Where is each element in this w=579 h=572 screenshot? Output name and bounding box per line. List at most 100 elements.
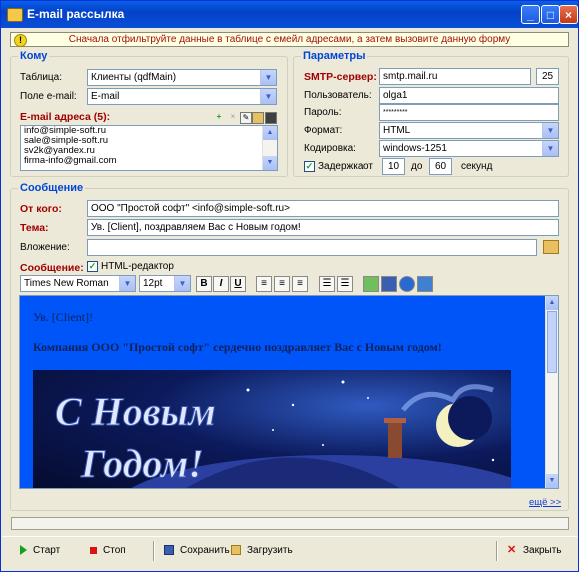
font-size-value: 12pt [143,278,163,289]
delay-unit-label: секунд [461,161,493,172]
body-label: Сообщение: [20,262,84,274]
bold-button[interactable]: B [196,276,212,292]
username-input[interactable]: olga1 [379,87,559,104]
close-window-button[interactable]: × [559,5,578,24]
delay-from-input[interactable]: 10 [382,158,405,175]
font-size-select[interactable]: 12pt ▼ [139,275,191,292]
chevron-down-icon[interactable]: ▼ [260,70,276,85]
addresses-label: E-mail адреса (5): [20,111,111,123]
play-icon [20,545,27,556]
smtp-server-input[interactable]: smtp.mail.ru [379,68,531,85]
insert-image-icon[interactable] [363,276,379,292]
progress-bar [11,517,569,530]
align-right-icon[interactable]: ≡ [292,276,308,292]
table-select[interactable]: Клиенты (qdfMain) ▼ [87,69,277,86]
start-button[interactable]: Старт [20,541,60,561]
toolbar-separator [153,541,155,561]
delay-label: Задержка [318,161,364,172]
card-text-line1: С Новым [55,389,216,434]
close-button[interactable]: ✕ Закрыть [507,541,562,561]
add-address-icon[interactable]: + [213,112,225,124]
delete-address-icon[interactable]: × [227,112,239,124]
subject-label: Тема: [20,222,49,234]
encoding-label: Кодировка: [304,143,356,154]
list-item[interactable]: firma-info@gmail.com [21,156,277,166]
chevron-down-icon[interactable]: ▼ [174,276,190,291]
floppy-icon [164,545,174,556]
align-center-icon[interactable]: ≡ [274,276,290,292]
save-list-icon[interactable] [265,112,277,124]
underline-button[interactable]: U [230,276,246,292]
open-folder-icon [231,545,241,556]
italic-button[interactable]: I [213,276,229,292]
chevron-down-icon[interactable]: ▼ [260,89,276,104]
subject-input[interactable]: Ув. [Client], поздравляем Вас с Новым го… [87,219,559,236]
font-family-select[interactable]: Times New Roman ▼ [20,275,136,292]
edit-address-icon[interactable]: ✎ [240,112,252,124]
address-list-scrollbar[interactable]: ▲ ▼ [262,126,277,170]
table-label: Таблица: [20,72,62,83]
email-field-select-value: E-mail [91,91,120,102]
body-congratulation[interactable]: Компания ООО "Простой софт" сердечно поз… [33,340,442,355]
bullet-list-icon[interactable]: ☰ [319,276,335,292]
format-label: Формат: [304,125,343,136]
delay-checkbox[interactable]: ✓ [304,161,315,172]
encoding-select[interactable]: windows-1251 ▼ [379,140,559,157]
chevron-down-icon[interactable]: ▼ [542,141,558,156]
maximize-button[interactable]: □ [541,5,560,24]
attachment-input[interactable] [87,239,537,256]
format-select[interactable]: HTML ▼ [379,122,559,139]
password-label: Пароль: [304,107,342,118]
delay-from-label: от [363,161,373,172]
minimize-button[interactable]: _ [521,5,540,24]
delay-to-label: до [411,161,423,172]
smtp-label: SMTP-сервер: [304,71,377,83]
open-folder-icon[interactable] [543,240,559,254]
email-field-label: Поле e-mail: [20,91,77,102]
user-label: Пользователь: [304,90,372,101]
chevron-down-icon[interactable]: ▼ [119,276,135,291]
scroll-down-icon[interactable]: ▼ [263,156,277,170]
greeting-card-art: С Новым Годом! [55,380,511,488]
email-field-select[interactable]: E-mail ▼ [87,88,277,105]
greeting-card-image[interactable]: С Новым Годом! [33,370,511,488]
load-button-label: Загрузить [247,545,293,556]
insert-table-icon[interactable] [381,276,397,292]
scroll-up-icon[interactable]: ▲ [263,126,277,140]
stop-button-label: Стоп [103,545,126,556]
title-bar[interactable]: E-mail рассылка _ □ × [1,1,578,28]
html-source-icon[interactable] [417,276,433,292]
message-body-editor[interactable]: Ув. [Client]! Компания ООО "Простой софт… [19,295,559,489]
numbered-list-icon[interactable]: ☰ [337,276,353,292]
save-button[interactable]: Сохранить [164,541,230,561]
more-link[interactable]: ещё >> [529,497,561,508]
delay-to-input[interactable]: 60 [429,158,452,175]
scroll-down-icon[interactable]: ▼ [546,474,558,488]
chevron-down-icon[interactable]: ▼ [542,123,558,138]
scroll-up-icon[interactable]: ▲ [546,296,558,310]
parameters-legend: Параметры [303,50,366,62]
format-select-value: HTML [383,125,411,136]
font-family-value: Times New Roman [24,278,109,289]
table-select-value: Клиенты (qdfMain) [91,72,177,83]
editor-scrollbar[interactable]: ▲ ▼ [545,296,558,488]
load-button[interactable]: Загрузить [231,541,293,561]
editor-scroll-thumb[interactable] [547,311,557,373]
toolbar-separator [496,541,498,561]
html-editor-checkbox[interactable]: ✓ [87,261,98,272]
smtp-port-input[interactable]: 25 [536,68,559,85]
stop-button[interactable]: Стоп [90,541,126,561]
password-input[interactable]: ********* [379,104,559,121]
recipients-legend: Кому [20,50,48,62]
close-icon: ✕ [507,544,517,557]
hint-text: Сначала отфильтруйте данные в таблице с … [68,34,511,45]
start-button-label: Старт [33,545,61,556]
open-folder-icon[interactable] [252,112,264,124]
email-dialog-window: E-mail рассылка _ □ × ! Сначала отфильтр… [0,0,579,572]
from-input[interactable]: ООО "Простой софт" <info@simple-soft.ru> [87,200,559,217]
insert-link-icon[interactable] [399,276,415,292]
align-left-icon[interactable]: ≡ [256,276,272,292]
email-address-list[interactable]: info@simple-soft.ru sale@simple-soft.ru … [20,125,278,171]
body-greeting[interactable]: Ув. [Client]! [33,310,93,325]
card-text-line2: Годом! [80,441,204,486]
